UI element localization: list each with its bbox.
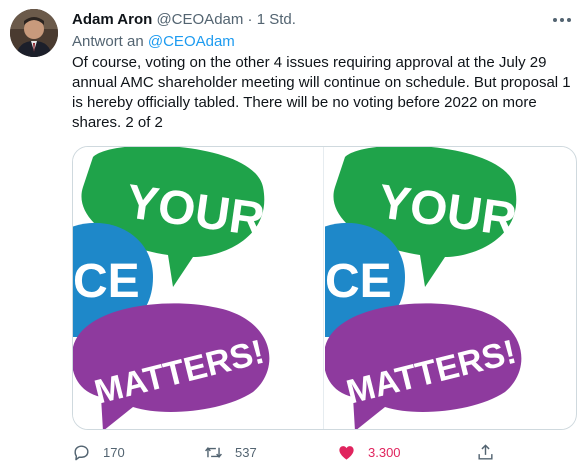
image-text-ce: CE <box>73 255 140 308</box>
reply-count: 170 <box>103 444 125 460</box>
reply-icon <box>74 444 89 460</box>
reply-context: Antwort an @CEOAdam <box>72 32 235 52</box>
author-handle[interactable]: @CEOAdam <box>156 11 243 28</box>
timestamp[interactable]: 1 Std. <box>257 11 296 28</box>
retweet-button[interactable]: 537 <box>204 440 257 464</box>
media-image-2[interactable]: YOUR CE MATTERS! <box>325 147 575 429</box>
more-options-button[interactable] <box>550 8 574 32</box>
avatar[interactable] <box>10 9 58 57</box>
media-grid: YOUR CE MATTERS! YOUR CE MATTERS! <box>72 146 577 430</box>
like-count: 3.300 <box>368 444 401 460</box>
reply-prefix: Antwort an <box>72 33 148 50</box>
share-button[interactable] <box>476 440 495 464</box>
tweet-header: Adam Aron @CEOAdam · 1 Std. <box>72 10 546 30</box>
tweet-actions: 170 537 3.300 <box>72 440 577 464</box>
media-image-1[interactable]: YOUR CE MATTERS! <box>73 147 323 429</box>
reply-button[interactable]: 170 <box>72 440 125 464</box>
retweet-icon <box>205 446 222 458</box>
reply-to-link[interactable]: @CEOAdam <box>148 33 235 50</box>
share-icon <box>478 443 493 460</box>
more-icon <box>553 18 571 22</box>
like-button[interactable]: 3.300 <box>337 440 401 464</box>
retweet-count: 537 <box>235 444 257 460</box>
separator: · <box>247 11 253 28</box>
tweet-text: Of course, voting on the other 4 issues … <box>72 54 571 131</box>
author-name[interactable]: Adam Aron <box>72 11 152 28</box>
tweet: Adam Aron @CEOAdam · 1 Std. Antwort an @… <box>0 0 586 469</box>
image-text-ce: CE <box>325 255 392 308</box>
heart-icon <box>339 445 354 460</box>
